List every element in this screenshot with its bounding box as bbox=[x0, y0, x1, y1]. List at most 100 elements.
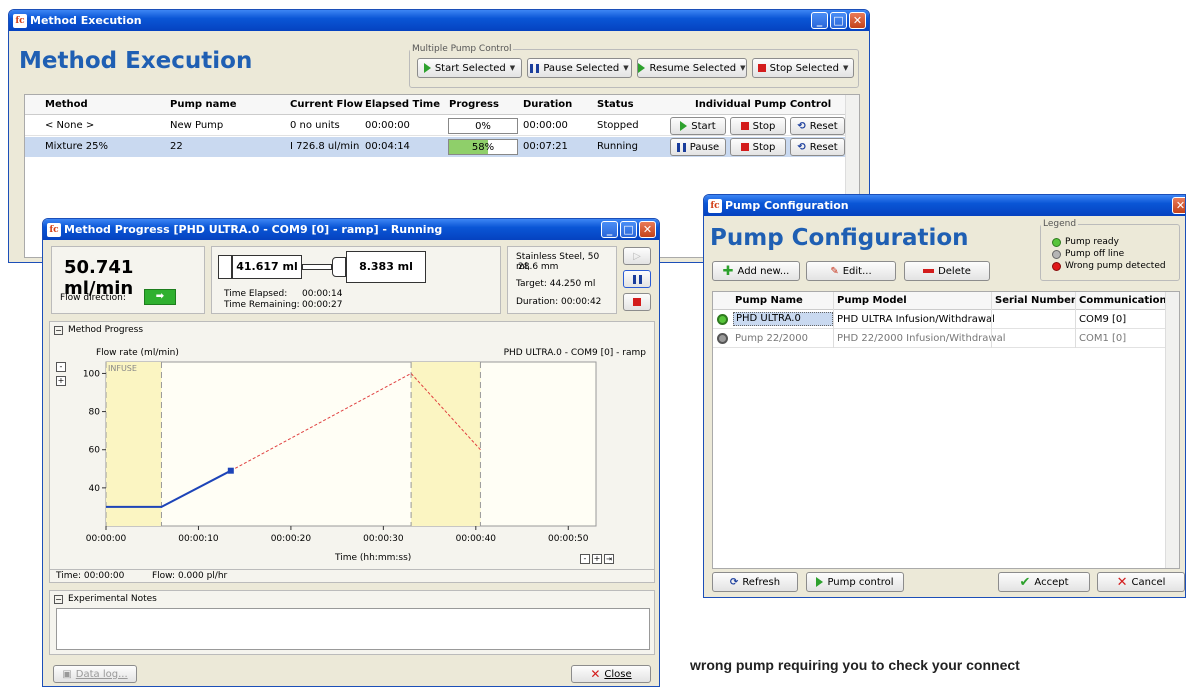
col-progress[interactable]: Progress bbox=[449, 99, 499, 110]
collapse-icon[interactable]: − bbox=[54, 326, 63, 335]
maximize-icon[interactable]: □ bbox=[620, 221, 637, 238]
table-header: Pump Name Pump Model Serial Number Commu… bbox=[713, 292, 1167, 310]
play-button[interactable]: ▷ bbox=[623, 247, 651, 265]
arrow-right-icon: ➡ bbox=[144, 289, 176, 305]
table-row[interactable]: Pump 22/2000 PHD 22/2000 Infusion/Withdr… bbox=[713, 330, 1167, 348]
cell-flow: 0 no units bbox=[290, 120, 340, 131]
stop-button[interactable]: Stop bbox=[730, 117, 786, 135]
pause-selected-button[interactable]: Pause Selected ▼ bbox=[527, 58, 632, 78]
status-bar: Time: 00:00:00 Flow: 0.000 pl/hr bbox=[49, 569, 655, 583]
cell-status: Stopped bbox=[597, 120, 639, 131]
col-current-flow[interactable]: Current Flow bbox=[290, 99, 363, 110]
section-title: Method Progress bbox=[68, 325, 144, 335]
col-pump-name[interactable]: Pump Name bbox=[735, 295, 803, 306]
target-volume: Target: 44.250 ml bbox=[516, 279, 596, 289]
close-icon[interactable]: ✕ bbox=[639, 221, 656, 238]
edit-button[interactable]: ✎ Edit... bbox=[806, 261, 896, 281]
collapse-icon[interactable]: − bbox=[54, 595, 63, 604]
legend-title: Legend bbox=[1043, 219, 1077, 229]
stop-selected-button[interactable]: Stop Selected ▼ bbox=[752, 58, 854, 78]
zoom-controls: - + ⇥ bbox=[580, 554, 614, 564]
close-button[interactable]: ✕ Close bbox=[571, 665, 651, 683]
table-row[interactable]: PHD ULTRA.0 PHD ULTRA Infusion/Withdrawa… bbox=[713, 311, 1167, 329]
x-tick-label: 00:00:40 bbox=[456, 534, 497, 544]
delete-button[interactable]: Delete bbox=[904, 261, 990, 281]
pump-config-titlebar[interactable]: fc Pump Configuration ✕ bbox=[704, 195, 1185, 216]
stop-button[interactable] bbox=[623, 293, 651, 311]
gray-dot-icon bbox=[1052, 249, 1061, 259]
cancel-button[interactable]: ✕ Cancel bbox=[1097, 572, 1185, 592]
pause-button[interactable]: Pause bbox=[670, 138, 726, 156]
y-tick-label: 100 bbox=[83, 369, 100, 379]
col-elapsed-time[interactable]: Elapsed Time bbox=[365, 99, 440, 110]
col-pump-model[interactable]: Pump Model bbox=[837, 295, 907, 306]
method-progress-window: fc Method Progress [PHD ULTRA.0 - COM9 [0… bbox=[42, 218, 660, 687]
scrollbar[interactable] bbox=[1165, 292, 1179, 568]
method-progress-titlebar[interactable]: fc Method Progress [PHD ULTRA.0 - COM9 [0… bbox=[43, 219, 659, 240]
resume-selected-button[interactable]: Resume Selected ▼ bbox=[637, 58, 747, 78]
col-pump-name[interactable]: Pump name bbox=[170, 99, 237, 110]
plus-icon: ✚ bbox=[722, 263, 734, 279]
group-label: Multiple Pump Control bbox=[412, 44, 512, 54]
progress-bar: 0% bbox=[448, 118, 518, 134]
status-flow: Flow: 0.000 pl/hr bbox=[152, 571, 228, 581]
cell-comm: COM9 [0] bbox=[1079, 314, 1127, 325]
close-icon[interactable]: ✕ bbox=[1172, 197, 1185, 214]
notes-section: − Experimental Notes bbox=[49, 590, 655, 655]
method-execution-titlebar[interactable]: fc Method Execution _ □ ✕ bbox=[9, 10, 869, 31]
chevron-down-icon: ▼ bbox=[740, 64, 746, 72]
pause-icon bbox=[530, 63, 540, 73]
col-duration[interactable]: Duration bbox=[523, 99, 572, 110]
page-title: Pump Configuration bbox=[710, 225, 969, 251]
cell-name: Pump 22/2000 bbox=[735, 333, 809, 344]
stop-button[interactable]: Stop bbox=[730, 138, 786, 156]
caption-text: wrong pump requiring you to check your c… bbox=[690, 657, 1020, 673]
maximize-icon[interactable]: □ bbox=[830, 12, 847, 29]
minimize-icon[interactable]: _ bbox=[601, 221, 618, 238]
syringe-diameter: 28.6 mm bbox=[518, 262, 559, 272]
table-row[interactable]: Mixture 25% 22 I 726.8 ul/min 00:04:14 5… bbox=[25, 137, 845, 157]
close-icon[interactable]: ✕ bbox=[849, 12, 866, 29]
zoom-in-x-icon[interactable]: + bbox=[592, 554, 602, 564]
refresh-button[interactable]: ⟳ Refresh bbox=[712, 572, 798, 592]
progress-label: 58% bbox=[471, 142, 495, 153]
time-elapsed-label: Time Elapsed: bbox=[224, 289, 288, 299]
cell-duration: 00:00:00 bbox=[523, 120, 568, 131]
syringe-plunger-icon bbox=[302, 264, 332, 270]
pause-button[interactable] bbox=[623, 270, 651, 288]
notes-textarea[interactable] bbox=[56, 608, 650, 650]
reset-button[interactable]: ⟲ Reset bbox=[790, 117, 845, 135]
col-individual-control[interactable]: Individual Pump Control bbox=[695, 99, 831, 110]
window-title: Method Progress [PHD ULTRA.0 - COM9 [0] … bbox=[64, 223, 443, 236]
add-new-button[interactable]: ✚ Add new... bbox=[712, 261, 800, 281]
pump-configuration-window: fc Pump Configuration ✕ Pump Configuratio… bbox=[703, 194, 1186, 598]
reset-button[interactable]: ⟲ Reset bbox=[790, 138, 845, 156]
chart-xlabel: Time (hh:mm:ss) bbox=[335, 553, 412, 563]
y-tick-label: 40 bbox=[89, 484, 101, 494]
method-progress-section: − Method Progress Flow rate (ml/min) PHD… bbox=[49, 321, 655, 581]
legend-ready: Pump ready bbox=[1052, 237, 1119, 247]
fit-icon[interactable]: ⇥ bbox=[604, 554, 614, 564]
cell-name: PHD ULTRA.0 bbox=[733, 312, 833, 326]
flow-direction-label: Flow direction: bbox=[60, 293, 126, 303]
data-log-button[interactable]: ▣ Data log... bbox=[53, 665, 137, 683]
start-selected-button[interactable]: Start Selected ▼ bbox=[417, 58, 522, 78]
pump-control-button[interactable]: Pump control bbox=[806, 572, 904, 592]
zoom-out-x-icon[interactable]: - bbox=[580, 554, 590, 564]
cell-model: PHD ULTRA Infusion/Withdrawal bbox=[837, 314, 995, 325]
time-remaining-label: Time Remaining: bbox=[224, 300, 300, 310]
accept-button[interactable]: ✔ Accept bbox=[998, 572, 1090, 592]
col-communication[interactable]: Communication bbox=[1079, 295, 1167, 306]
minimize-icon[interactable]: _ bbox=[811, 12, 828, 29]
cell-status: Running bbox=[597, 141, 638, 152]
col-serial-number[interactable]: Serial Number bbox=[995, 295, 1076, 306]
table-row[interactable]: < None > New Pump 0 no units 00:00:00 0%… bbox=[25, 116, 845, 136]
table-header: Method Pump name Current Flow Elapsed Ti… bbox=[25, 95, 845, 115]
checkmark-icon: ✔ bbox=[1019, 574, 1031, 590]
col-status[interactable]: Status bbox=[597, 99, 634, 110]
reset-icon: ⟲ bbox=[797, 141, 806, 153]
col-divider bbox=[833, 292, 834, 348]
duration: Duration: 00:00:42 bbox=[516, 297, 602, 307]
col-method[interactable]: Method bbox=[45, 99, 88, 110]
start-button[interactable]: Start bbox=[670, 117, 726, 135]
